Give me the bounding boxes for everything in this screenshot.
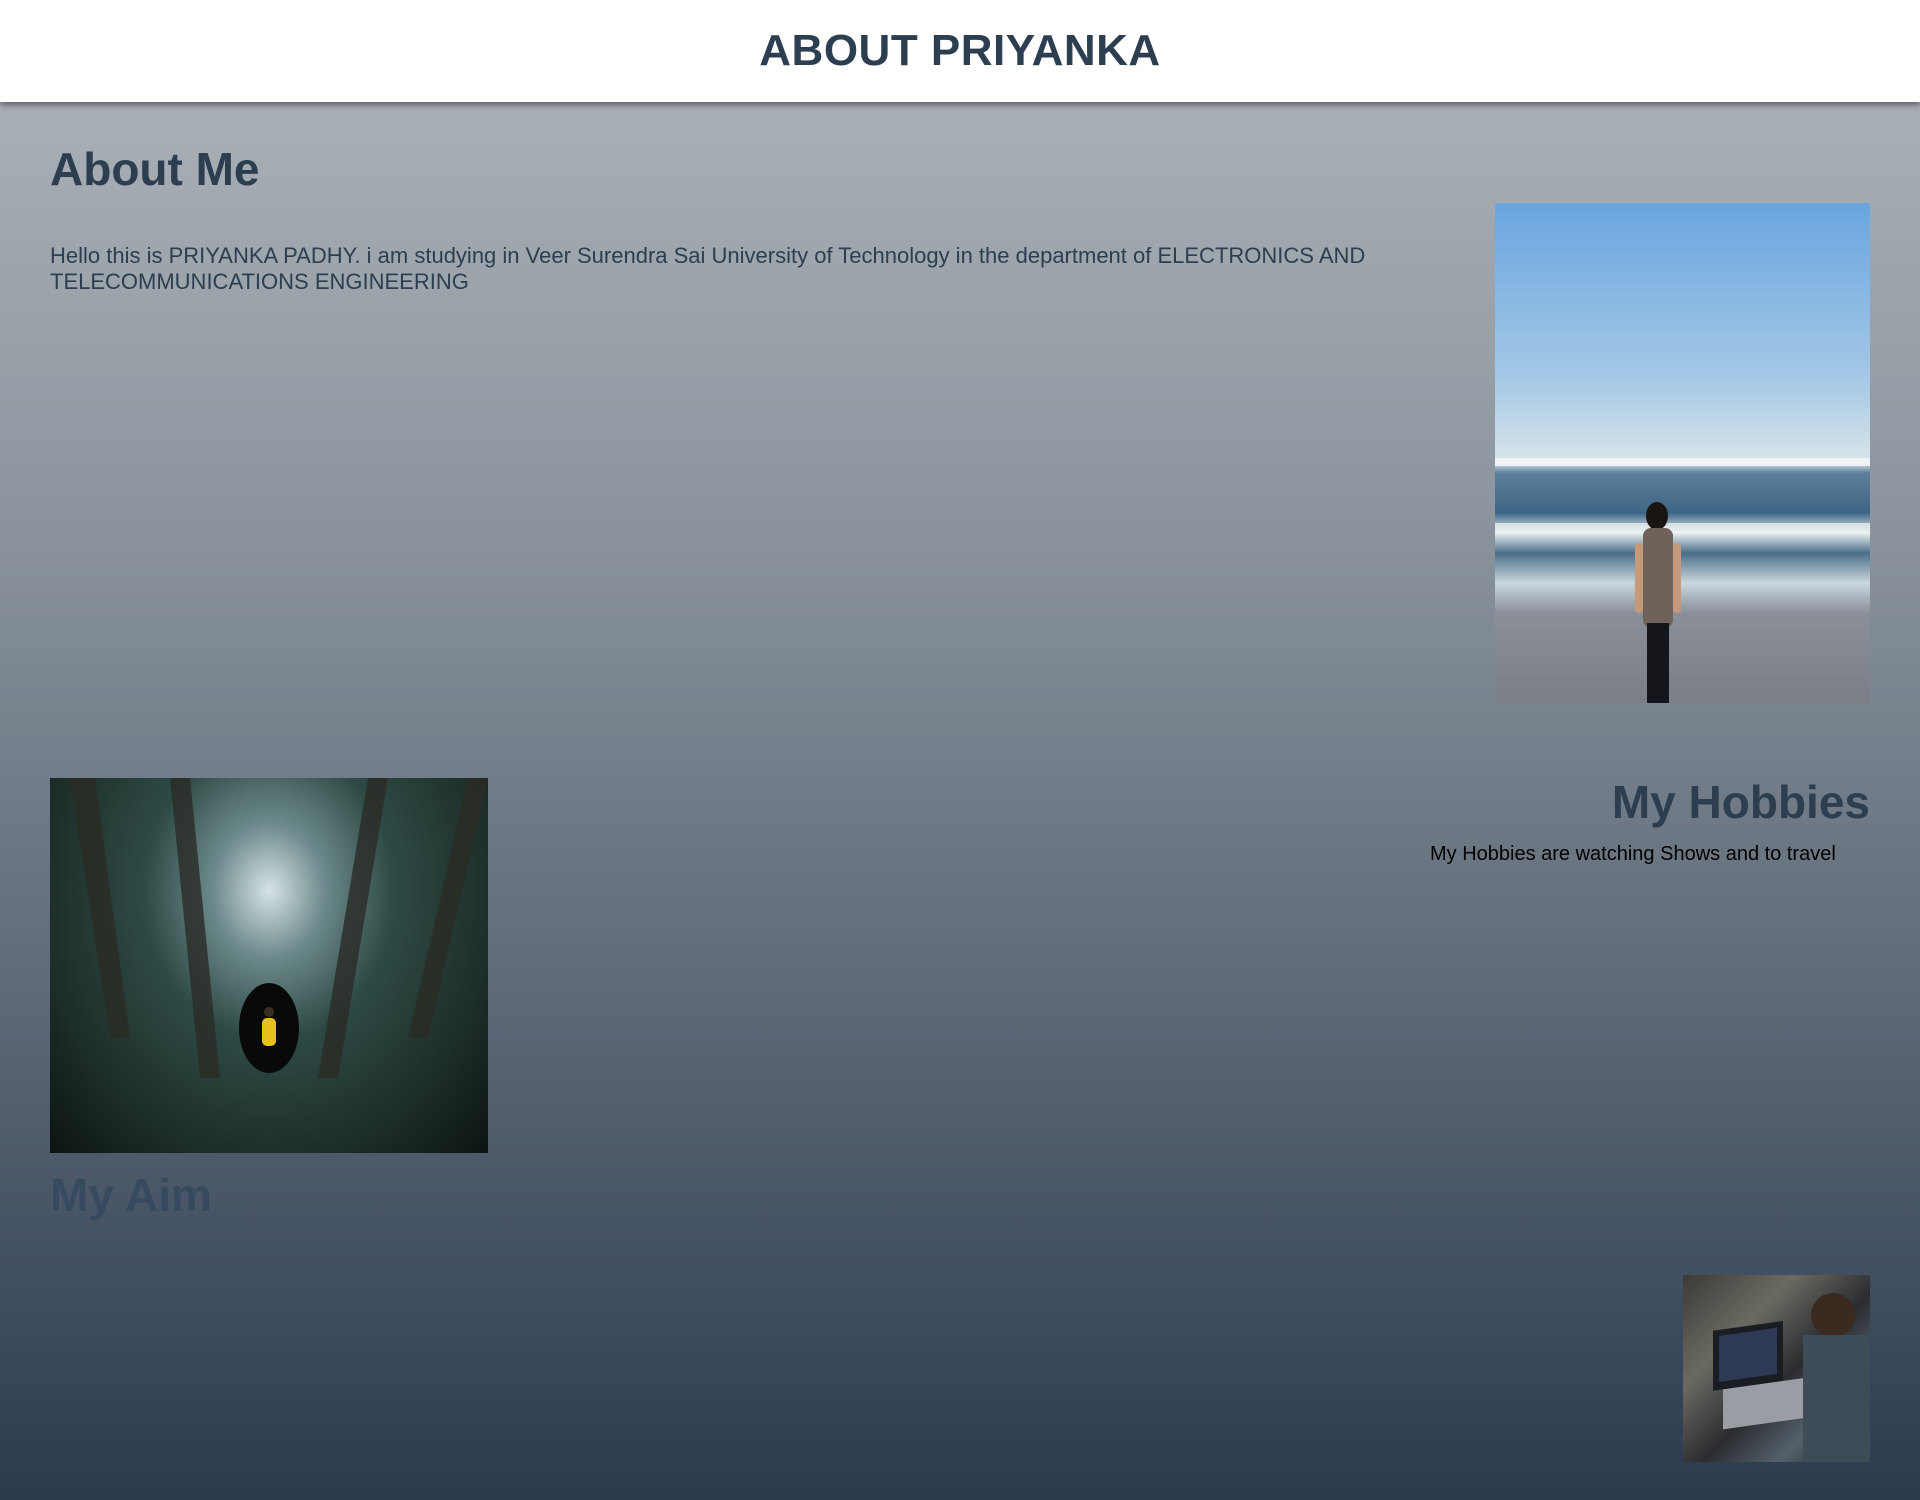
my-hobbies-heading: My Hobbies bbox=[1611, 776, 1870, 828]
site-header: ABOUT PRIYANKA bbox=[0, 0, 1920, 102]
page-title: ABOUT PRIYANKA bbox=[759, 26, 1161, 75]
beach-photo bbox=[1495, 203, 1870, 703]
laptop-person-image bbox=[1713, 1293, 1870, 1462]
my-aim-heading: My Aim bbox=[50, 1169, 212, 1221]
forest-image bbox=[70, 778, 488, 1078]
forest-show-poster bbox=[50, 778, 488, 1153]
my-hobbies-text: My Hobbies are watching Shows and to tra… bbox=[1430, 843, 1836, 865]
about-me-heading: About Me bbox=[50, 143, 260, 195]
person-on-beach-image bbox=[1495, 458, 1870, 703]
about-me-text: Hello this is PRIYANKA PADHY. i am study… bbox=[50, 243, 1366, 294]
coder-photo bbox=[1683, 1275, 1870, 1462]
